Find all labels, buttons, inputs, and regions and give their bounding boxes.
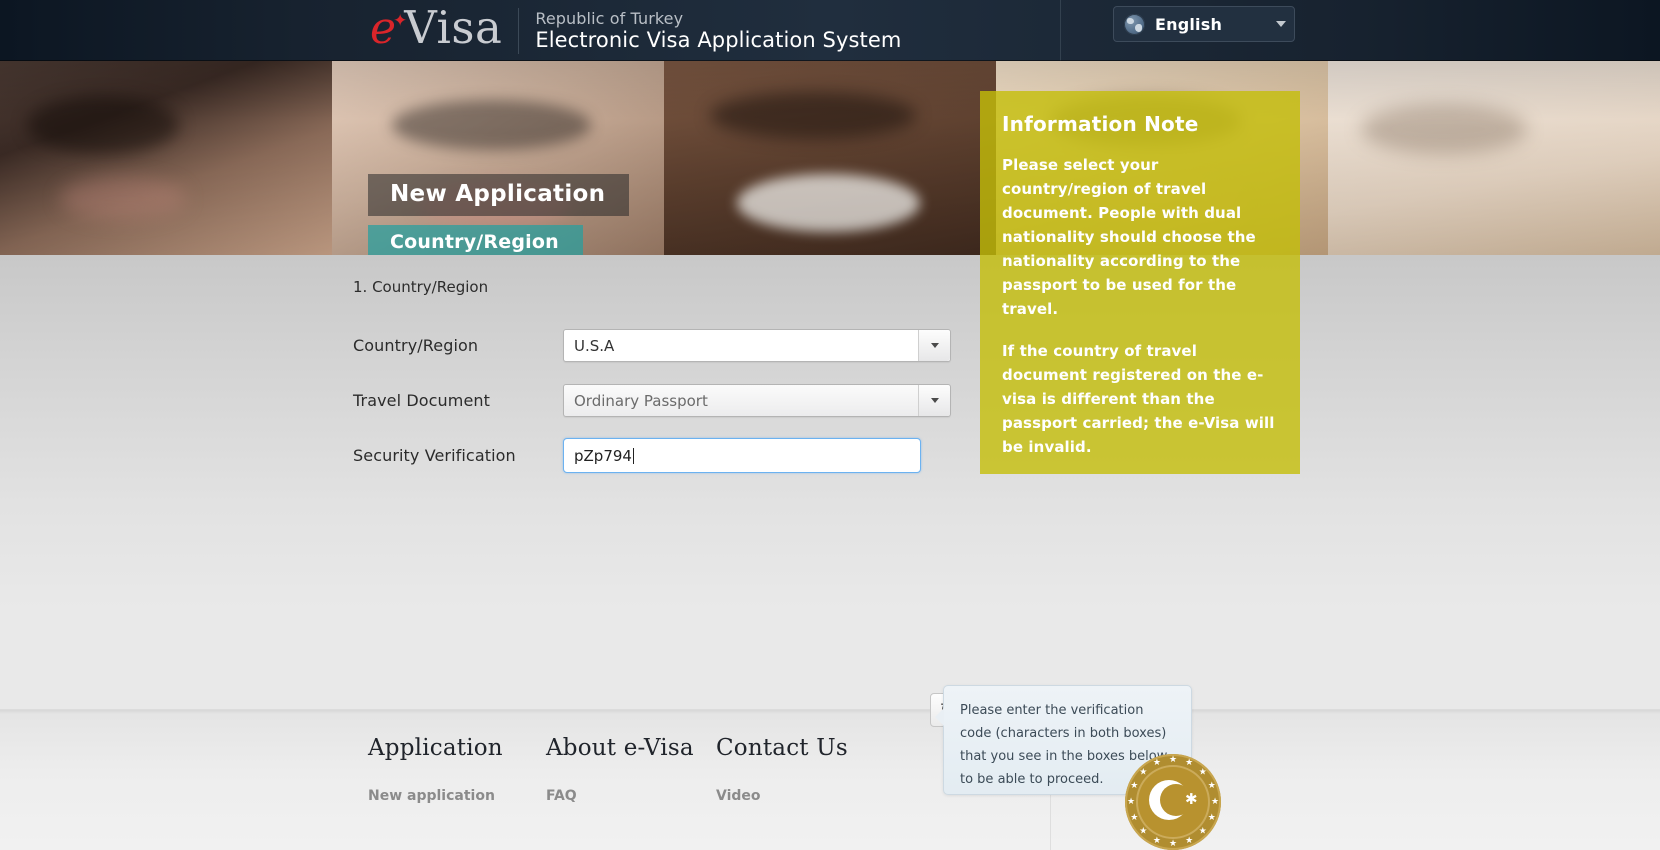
form-row-security-verification: Security Verification pZp794 bbox=[353, 438, 921, 473]
country-select-value: U.S.A bbox=[574, 336, 615, 355]
brand-text: Republic of Turkey Electronic Visa Appli… bbox=[535, 9, 901, 53]
information-note-title: Information Note bbox=[1002, 112, 1199, 136]
hero-overlay bbox=[0, 61, 1660, 255]
site-footer: Application New application About e-Visa… bbox=[0, 709, 1660, 850]
crescent-icon bbox=[1149, 780, 1192, 820]
site-header: e ✦ Visa Republic of Turkey Electronic V… bbox=[0, 0, 1660, 61]
chevron-down-icon[interactable] bbox=[918, 385, 950, 416]
globe-icon bbox=[1124, 13, 1145, 35]
page-title: New Application bbox=[368, 174, 630, 216]
language-selected-label: English bbox=[1155, 14, 1223, 34]
information-note-panel: Information Note Please select your coun… bbox=[980, 91, 1300, 474]
information-note-paragraph-1: Please select your country/region of tra… bbox=[1002, 156, 1256, 318]
footer-heading: About e-Visa bbox=[546, 735, 694, 761]
security-verification-value: pZp794 bbox=[574, 446, 632, 465]
application-form: 1. Country/Region Country/Region U.S.A T… bbox=[0, 255, 1660, 805]
form-row-country: Country/Region U.S.A bbox=[353, 329, 951, 362]
information-note-paragraph-2: If the country of travel document regist… bbox=[1002, 342, 1275, 456]
star-icon: ✱ bbox=[1185, 790, 1198, 808]
logo-visa-word: Visa bbox=[404, 1, 503, 54]
header-divider bbox=[1060, 0, 1061, 61]
travel-document-select-value: Ordinary Passport bbox=[574, 391, 708, 410]
travel-document-select[interactable]: Ordinary Passport bbox=[563, 384, 951, 417]
form-row-travel-document: Travel Document Ordinary Passport bbox=[353, 384, 951, 417]
country-select[interactable]: U.S.A bbox=[563, 329, 951, 362]
chevron-down-icon[interactable] bbox=[918, 330, 950, 361]
brand-subtitle: Republic of Turkey bbox=[535, 8, 684, 28]
chevron-down-icon bbox=[1276, 21, 1286, 27]
footer-column-about: About e-Visa FAQ bbox=[546, 735, 694, 807]
footer-column-application: Application New application bbox=[368, 735, 503, 807]
security-verification-input[interactable]: pZp794 bbox=[563, 438, 921, 473]
footer-heading: Contact Us bbox=[716, 735, 848, 761]
hero-banner: New Application Country/Region bbox=[0, 61, 1660, 255]
brand-logo: e ✦ Visa Republic of Turkey Electronic V… bbox=[370, 0, 901, 61]
country-label: Country/Region bbox=[353, 336, 479, 355]
security-verification-label: Security Verification bbox=[353, 446, 516, 465]
travel-document-label: Travel Document bbox=[353, 391, 491, 410]
language-selector[interactable]: English bbox=[1113, 6, 1295, 42]
breadcrumb-current-step: Country/Region bbox=[368, 225, 583, 255]
text-cursor bbox=[632, 447, 634, 464]
footer-column-contact: Contact Us Video bbox=[716, 735, 848, 807]
brand-title: Electronic Visa Application System bbox=[535, 27, 902, 52]
turkey-emblem-icon: ★ ★ ★ ★ ★ ★ ★ ★ ★ ★ ★ ★ ★ ★ ★ ★ ✱ bbox=[1125, 754, 1221, 850]
footer-link-video[interactable]: Video bbox=[716, 785, 848, 807]
step-title: 1. Country/Region bbox=[353, 278, 489, 296]
footer-link-new-application[interactable]: New application bbox=[368, 785, 503, 807]
footer-heading: Application bbox=[368, 735, 503, 761]
footer-link-faq[interactable]: FAQ bbox=[546, 785, 694, 807]
brand-divider bbox=[518, 7, 520, 54]
